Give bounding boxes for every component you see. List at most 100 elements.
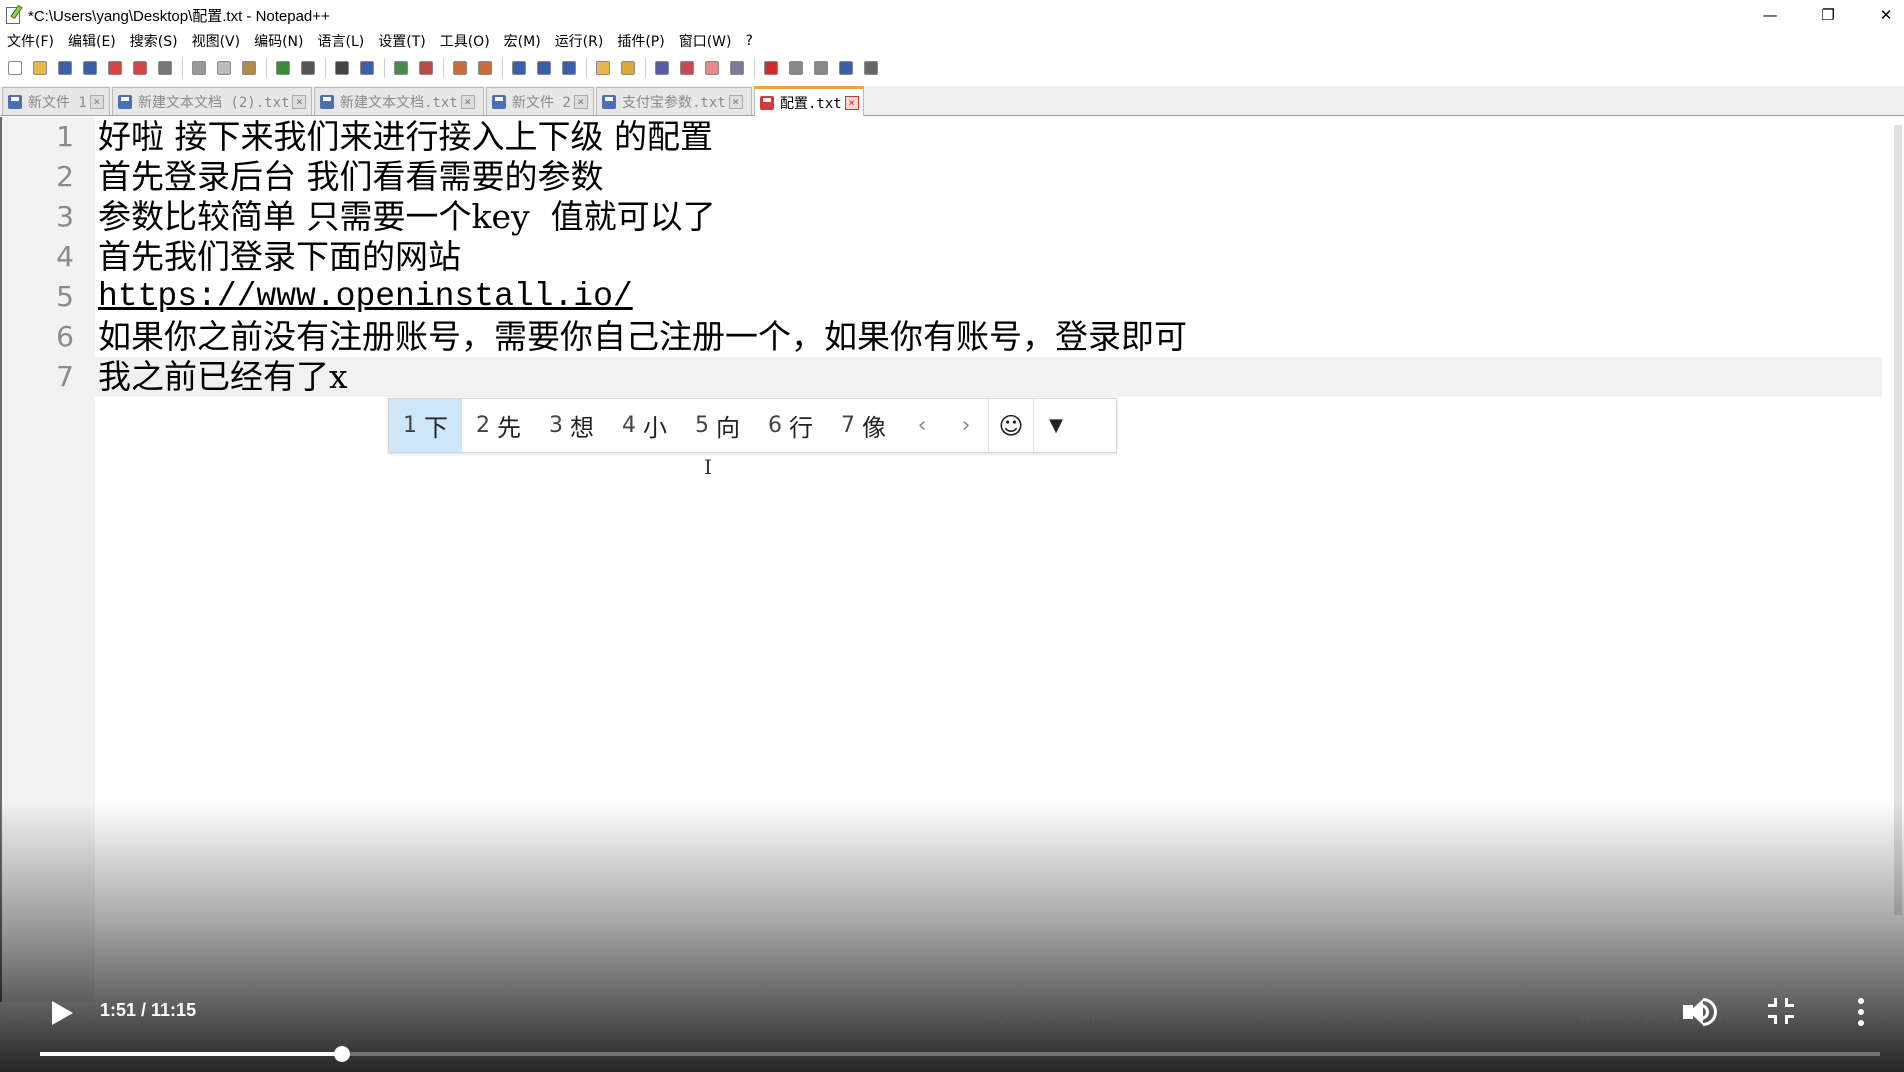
new-file-icon[interactable] (5, 58, 25, 78)
tab-new-file-1[interactable]: 新文件 1 × (2, 87, 110, 115)
ime-candidate[interactable]: 7像 (827, 399, 900, 452)
run-macro-multiple-icon[interactable] (836, 58, 856, 78)
line-text: 首先登录后台 我们看看需要的参数 (98, 157, 604, 196)
tab-close-icon[interactable]: × (844, 95, 859, 110)
toolbar-separator (443, 57, 444, 78)
editor-line[interactable]: 1 好啦 接下来我们来进行接入上下级 的配置 (2, 117, 1882, 157)
tab-close-icon[interactable]: × (292, 94, 307, 109)
video-progress-handle[interactable] (333, 1046, 350, 1062)
folder-workspace-icon[interactable] (677, 58, 697, 78)
editor-line[interactable]: 2 首先登录后台 我们看看需要的参数 (2, 157, 1882, 197)
word-wrap-icon[interactable] (509, 58, 529, 78)
exit-fullscreen-icon[interactable] (1768, 998, 1794, 1024)
open-file-icon[interactable] (30, 58, 50, 78)
play-icon[interactable] (48, 998, 76, 1028)
cut-icon[interactable] (189, 58, 209, 78)
i-beam-cursor-icon: I (704, 455, 712, 479)
ime-prev-page-icon[interactable]: ‹ (900, 399, 944, 452)
line-number: 2 (56, 160, 74, 193)
editor-line[interactable]: 4 首先我们登录下面的网站 (2, 237, 1882, 277)
current-editor-line[interactable]: 7 我之前已经有了x (2, 357, 1882, 397)
user-language-icon[interactable] (593, 58, 613, 78)
close-all-icon[interactable] (130, 58, 150, 78)
minimize-button[interactable]: — (1742, 0, 1798, 30)
zoom-in-icon[interactable] (391, 58, 411, 78)
editor-line[interactable]: 5 https://www.openinstall.io/ (2, 277, 1882, 317)
menu-tools[interactable]: 工具(O) (440, 31, 490, 51)
play-macro-icon[interactable] (811, 58, 831, 78)
tab-config[interactable]: 配置.txt × (754, 86, 864, 116)
function-list-icon[interactable] (652, 58, 672, 78)
editor-line[interactable]: 6 如果你之前没有注册账号，需要你自己注册一个，如果你有账号，登录即可 (2, 317, 1882, 357)
menu-edit[interactable]: 编辑(E) (68, 31, 116, 51)
restore-button[interactable]: ❐ (1800, 0, 1856, 30)
tab-new-file-2[interactable]: 新文件 2 × (486, 87, 594, 115)
ime-candidate[interactable]: 2先 (462, 399, 535, 452)
line-number: 3 (56, 200, 74, 233)
document-map-icon[interactable] (618, 58, 638, 78)
save-all-icon[interactable] (80, 58, 100, 78)
ime-candidate[interactable]: 3想 (535, 399, 608, 452)
menu-macro[interactable]: 宏(M) (504, 31, 541, 51)
tab-new-text-doc-2[interactable]: 新建文本文档 (2).txt × (112, 87, 312, 115)
close-icon[interactable] (105, 58, 125, 78)
close-window-button[interactable]: ✕ (1858, 0, 1904, 30)
expand-candidates-icon[interactable]: ▼ (1034, 399, 1078, 452)
undo-icon[interactable] (273, 58, 293, 78)
save-macro-icon[interactable] (861, 58, 881, 78)
menu-run[interactable]: 运行(R) (555, 31, 604, 51)
redo-icon[interactable] (298, 58, 318, 78)
print-icon[interactable] (155, 58, 175, 78)
ime-candidate[interactable]: 5向 (681, 399, 754, 452)
menu-language[interactable]: 语言(L) (318, 31, 365, 51)
toolbar-separator (645, 57, 646, 78)
menu-view[interactable]: 视图(V) (192, 31, 241, 51)
menu-settings[interactable]: 设置(T) (378, 31, 425, 51)
copy-icon[interactable] (214, 58, 234, 78)
show-all-chars-icon[interactable] (534, 58, 554, 78)
stop-macro-icon[interactable] (786, 58, 806, 78)
folder-icon[interactable] (702, 58, 722, 78)
menu-encoding[interactable]: 编码(N) (254, 31, 303, 51)
video-progress-bar[interactable] (40, 1046, 1880, 1062)
unsaved-disk-icon (320, 94, 334, 109)
menu-file[interactable]: 文件(F) (7, 31, 54, 51)
tab-close-icon[interactable]: × (728, 94, 743, 109)
save-icon[interactable] (55, 58, 75, 78)
paste-icon[interactable] (239, 58, 259, 78)
record-macro-icon[interactable] (761, 58, 781, 78)
ime-next-page-icon[interactable]: › (944, 399, 988, 452)
line-text: 好啦 接下来我们来进行接入上下级 的配置 (98, 117, 713, 156)
ime-candidate[interactable]: 1下 (389, 399, 462, 452)
line-number: 1 (56, 120, 74, 153)
unsaved-disk-icon (8, 94, 22, 109)
menu-window[interactable]: 窗口(W) (679, 31, 732, 51)
url-link[interactable]: https://www.openinstall.io/ (98, 277, 633, 317)
menu-help[interactable]: ? (746, 33, 753, 49)
menu-search[interactable]: 搜索(S) (130, 31, 178, 51)
tab-new-text-doc[interactable]: 新建文本文档.txt × (314, 87, 484, 115)
line-number: 7 (56, 360, 74, 393)
replace-icon[interactable] (357, 58, 377, 78)
editor-line[interactable]: 3 参数比较简单 只需要一个key 值就可以了 (2, 197, 1882, 237)
emoji-icon[interactable]: ☺ (989, 399, 1033, 452)
modified-disk-icon (760, 95, 774, 110)
tab-close-icon[interactable]: × (573, 94, 588, 109)
find-icon[interactable] (332, 58, 352, 78)
sync-vertical-icon[interactable] (450, 58, 470, 78)
ime-candidate[interactable]: 6行 (754, 399, 827, 452)
tab-close-icon[interactable]: × (89, 94, 104, 109)
zoom-out-icon[interactable] (416, 58, 436, 78)
toolbar-separator (325, 57, 326, 78)
toolbar-separator (754, 57, 755, 78)
sync-horizontal-icon[interactable] (475, 58, 495, 78)
indent-guide-icon[interactable] (559, 58, 579, 78)
monitoring-icon[interactable] (727, 58, 747, 78)
volume-icon[interactable] (1683, 996, 1719, 1028)
vertical-scrollbar[interactable] (1894, 125, 1902, 915)
more-options-icon[interactable] (1856, 996, 1866, 1028)
ime-candidate[interactable]: 4小 (608, 399, 681, 452)
tab-close-icon[interactable]: × (460, 94, 475, 109)
tab-alipay-params[interactable]: 支付宝参数.txt × (596, 87, 752, 115)
menu-plugins[interactable]: 插件(P) (617, 31, 664, 51)
